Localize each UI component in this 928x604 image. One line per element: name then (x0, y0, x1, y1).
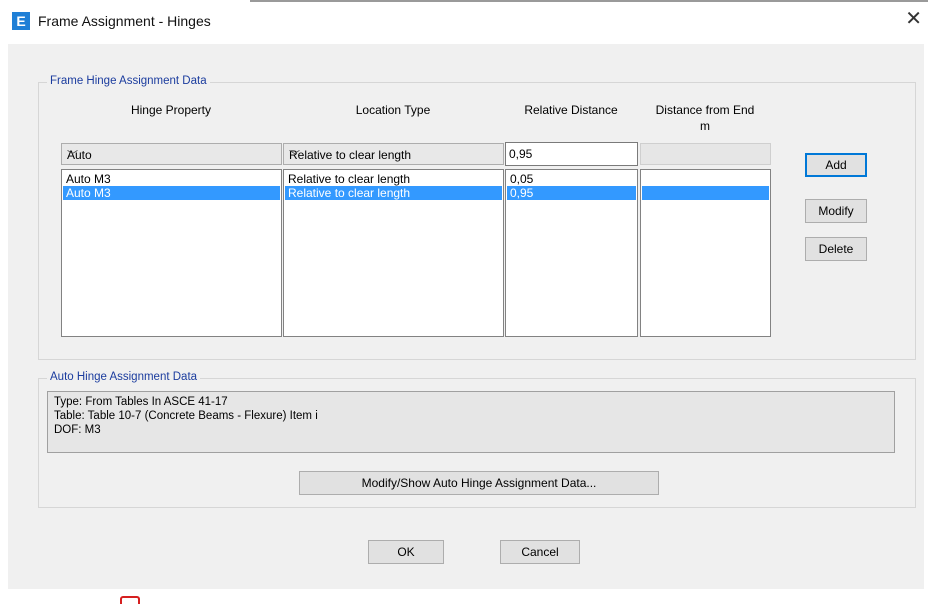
frame-hinge-group: Frame Hinge Assignment Data Hinge Proper… (38, 75, 916, 360)
hinge-property-list[interactable]: Auto M3 Auto M3 (61, 169, 282, 337)
auto-hinge-type-line: Type: From Tables In ASCE 41-17 (54, 396, 228, 408)
auto-hinge-group: Auto Hinge Assignment Data Type: From Ta… (38, 371, 916, 508)
list-item[interactable] (642, 172, 769, 186)
red-marker-icon (120, 596, 140, 604)
auto-hinge-group-label: Auto Hinge Assignment Data (47, 371, 201, 383)
title-bar: E Frame Assignment - Hinges ✕ (0, 0, 928, 44)
auto-hinge-dof-line: DOF: M3 (54, 424, 101, 436)
relative-distance-list[interactable]: 0,05 0,95 (505, 169, 638, 337)
col-head-distance-unit: m (700, 119, 710, 133)
close-icon[interactable]: ✕ (905, 9, 922, 29)
list-item-selected[interactable]: 0,95 (507, 186, 636, 200)
cancel-button[interactable]: Cancel (500, 540, 580, 564)
chevron-down-icon: ﹀ (289, 150, 300, 162)
col-head-location-type: Location Type (355, 103, 431, 117)
col-head-hinge-property: Hinge Property (130, 103, 212, 117)
col-head-distance-from-end: Distance from End (655, 103, 755, 117)
modify-button[interactable]: Modify (805, 199, 867, 223)
distance-from-end-input (640, 143, 771, 165)
window-title: Frame Assignment - Hinges (38, 13, 211, 29)
delete-button[interactable]: Delete (805, 237, 867, 261)
add-button[interactable]: Add (805, 153, 867, 177)
dialog-body: Frame Hinge Assignment Data Hinge Proper… (8, 44, 924, 589)
location-type-list[interactable]: Relative to clear length Relative to cle… (283, 169, 504, 337)
title-bar-top-border (250, 0, 928, 2)
auto-hinge-info-box: Type: From Tables In ASCE 41-17 Table: T… (47, 391, 895, 453)
app-icon: E (12, 12, 30, 30)
frame-hinge-group-label: Frame Hinge Assignment Data (47, 75, 210, 87)
relative-distance-input[interactable]: 0,95 (505, 142, 638, 166)
modify-show-auto-hinge-button[interactable]: Modify/Show Auto Hinge Assignment Data..… (299, 471, 659, 495)
list-item[interactable]: Auto M3 (63, 172, 280, 186)
hinge-property-select[interactable]: Auto ﹀ (61, 143, 282, 165)
auto-hinge-table-line: Table: Table 10-7 (Concrete Beams - Flex… (54, 410, 318, 422)
list-item-selected[interactable] (642, 186, 769, 200)
list-item-selected[interactable]: Auto M3 (63, 186, 280, 200)
ok-button[interactable]: OK (368, 540, 444, 564)
distance-from-end-list[interactable] (640, 169, 771, 337)
list-item-selected[interactable]: Relative to clear length (285, 186, 502, 200)
col-head-relative-distance: Relative Distance (524, 103, 618, 117)
location-type-select[interactable]: Relative to clear length ﹀ (283, 143, 504, 165)
list-item[interactable]: Relative to clear length (285, 172, 502, 186)
list-item[interactable]: 0,05 (507, 172, 636, 186)
chevron-down-icon: ﹀ (67, 150, 78, 162)
